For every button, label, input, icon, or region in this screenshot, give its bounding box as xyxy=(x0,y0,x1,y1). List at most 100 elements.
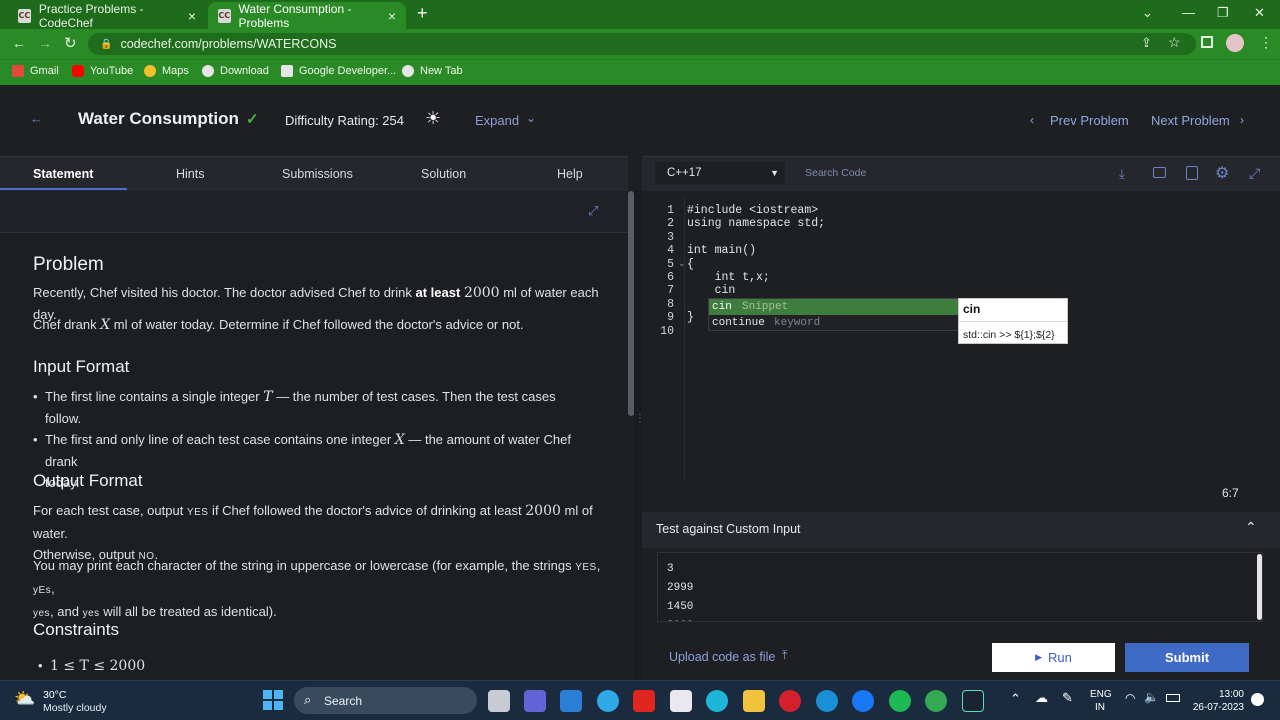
chevron-up-icon[interactable]: ⌃ xyxy=(1245,519,1257,536)
tab-submissions[interactable]: Submissions xyxy=(282,167,353,181)
fullscreen-icon[interactable]: ⤢ xyxy=(1249,165,1260,182)
submit-button[interactable]: Submit xyxy=(1125,643,1249,672)
save-icon[interactable] xyxy=(1186,166,1198,180)
windows-taskbar: ⛅ 30°C Mostly cloudy ⌕ Search ⌃ ☁ ✎ ENG … xyxy=(0,680,1280,720)
menu-kebab-icon[interactable]: ⋮ xyxy=(1259,34,1273,51)
edge-icon[interactable] xyxy=(816,690,838,712)
problem-header: ← Water Consumption ✓ Difficulty Rating:… xyxy=(0,85,1280,156)
search-icon: ⌕ xyxy=(304,692,312,707)
tab-solution[interactable]: Solution xyxy=(421,167,466,181)
upload-code-link[interactable]: Upload code as file xyxy=(669,650,775,664)
bookmark-star-icon[interactable]: ☆ xyxy=(1168,34,1181,51)
taskbar-search-input[interactable]: ⌕ Search xyxy=(294,687,477,714)
bookmark-youtube[interactable]: YouTube xyxy=(72,65,133,77)
onedrive-cloud-icon[interactable]: ☁ xyxy=(1035,690,1048,706)
tray-chevron-up-icon[interactable]: ⌃ xyxy=(1010,691,1021,707)
custom-input-header[interactable]: Test against Custom Input ⌃ xyxy=(642,512,1280,548)
input-language[interactable]: ENG xyxy=(1090,689,1112,700)
back-arrow-icon[interactable]: ← xyxy=(12,35,26,51)
close-icon[interactable]: × xyxy=(188,8,196,24)
clock-time[interactable]: 13:00 xyxy=(1206,689,1244,700)
clock-date[interactable]: 26-07-2023 xyxy=(1192,702,1244,713)
teams-icon[interactable] xyxy=(524,690,546,712)
browser-tab-water[interactable]: CC Water Consumption - Problems × xyxy=(208,2,406,30)
chevron-down-icon[interactable]: ⌄ xyxy=(526,111,536,125)
pen-icon[interactable]: ✎ xyxy=(1062,690,1073,706)
youtube-icon[interactable] xyxy=(633,690,655,712)
difficulty-rating: Difficulty Rating: 254 xyxy=(285,113,404,128)
file-explorer-icon[interactable] xyxy=(743,690,765,712)
wifi-icon[interactable]: ◠ xyxy=(1125,691,1135,705)
new-tab-button[interactable]: + xyxy=(417,3,428,24)
custom-input-scrollbar[interactable] xyxy=(1257,554,1262,620)
bookmark-maps[interactable]: Maps xyxy=(144,65,189,77)
next-problem-link[interactable]: Next Problem xyxy=(1151,113,1230,128)
minimize-icon[interactable]: — xyxy=(1182,5,1195,20)
line-number: 10 xyxy=(660,324,674,338)
weather-description[interactable]: Mostly cloudy xyxy=(43,702,107,714)
tab-statement[interactable]: Statement xyxy=(33,167,93,181)
sun-theme-icon[interactable]: ☀ xyxy=(425,108,441,129)
window-close-icon[interactable]: ✕ xyxy=(1254,5,1265,21)
reload-icon[interactable]: ↻ xyxy=(64,34,77,52)
constraints-list: 1 ≤ T ≤ 2000 xyxy=(38,655,338,677)
facebook-icon[interactable] xyxy=(852,690,874,712)
task-view-icon[interactable] xyxy=(488,690,510,712)
problem-title: Water Consumption xyxy=(78,109,239,128)
chevron-down-icon[interactable]: ⌄ xyxy=(1142,5,1153,21)
address-bar[interactable]: 🔒 codechef.com/problems/WATERCONS xyxy=(88,33,1196,55)
browser-tab-practice[interactable]: CC Practice Problems - CodeChef × xyxy=(8,1,206,30)
lock-icon: 🔒 xyxy=(100,38,113,50)
edge-dev-icon[interactable] xyxy=(597,690,619,712)
notification-icon[interactable] xyxy=(1251,693,1264,706)
store-icon[interactable] xyxy=(670,690,692,712)
gutter-separator xyxy=(684,196,685,478)
spotify-icon[interactable] xyxy=(889,690,911,712)
weather-cloud-icon[interactable]: ⛅ xyxy=(14,689,35,709)
tab-hints[interactable]: Hints xyxy=(176,167,204,181)
terminal-icon[interactable] xyxy=(962,690,984,712)
opera-icon[interactable] xyxy=(779,690,801,712)
close-icon[interactable]: × xyxy=(388,8,396,24)
prev-problem-link[interactable]: Prev Problem xyxy=(1050,113,1129,128)
expand-button[interactable]: Expand xyxy=(475,113,519,128)
pane-splitter[interactable]: ⋮ xyxy=(634,191,645,680)
tooltip-divider xyxy=(959,321,1067,322)
search-code-input[interactable]: Search Code xyxy=(805,167,866,179)
vscode-icon[interactable] xyxy=(560,690,582,712)
bookmark-gmail[interactable]: Gmail xyxy=(12,65,59,77)
weather-temperature[interactable]: 30°C xyxy=(43,689,66,701)
output-format-heading: Output Format xyxy=(33,471,143,490)
profile-avatar[interactable] xyxy=(1226,34,1244,52)
copy-icon[interactable] xyxy=(1153,167,1166,178)
windows-start-icon[interactable] xyxy=(263,690,283,710)
bookmark-google-developer[interactable]: Google Developer... xyxy=(281,65,396,77)
bookmark-download[interactable]: Download xyxy=(202,65,269,77)
autocomplete-label[interactable]: continue xyxy=(712,317,765,329)
code-line: #include <iostream> xyxy=(687,204,819,217)
download-icon[interactable]: ⤓ xyxy=(1119,166,1125,182)
code-line: cin xyxy=(687,284,736,298)
forward-arrow-icon[interactable]: → xyxy=(38,35,52,51)
cortana-icon[interactable] xyxy=(706,690,728,712)
bookmark-new-tab[interactable]: New Tab xyxy=(402,65,463,77)
chrome-icon[interactable] xyxy=(925,690,947,712)
speaker-icon[interactable]: 🔈 xyxy=(1144,690,1159,704)
tab-help[interactable]: Help xyxy=(557,167,583,181)
input-region[interactable]: IN xyxy=(1095,702,1105,713)
upload-icon[interactable]: ⤒ xyxy=(782,648,787,663)
run-button[interactable]: ▶ Run xyxy=(992,643,1115,672)
side-panel-icon[interactable] xyxy=(1201,36,1213,48)
share-icon[interactable]: ⇪ xyxy=(1141,35,1152,51)
back-arrow-icon[interactable]: ← xyxy=(30,111,43,126)
statement-tabs: Statement Hints Submissions Solution Hel… xyxy=(0,156,628,191)
maximize-icon[interactable]: ❐ xyxy=(1217,5,1229,21)
input-format-heading: Input Format xyxy=(33,357,130,376)
battery-icon[interactable] xyxy=(1166,694,1180,702)
custom-input-textarea[interactable]: 3 2999 1450 2000 xyxy=(657,552,1263,622)
tab-title: Practice Problems - CodeChef xyxy=(38,1,144,30)
language-select[interactable]: C++17 ▼ xyxy=(655,162,785,184)
gear-icon[interactable]: ⚙ xyxy=(1215,163,1229,183)
fullscreen-icon[interactable]: ⤢ xyxy=(588,203,598,219)
line-number: 4 xyxy=(667,244,674,258)
